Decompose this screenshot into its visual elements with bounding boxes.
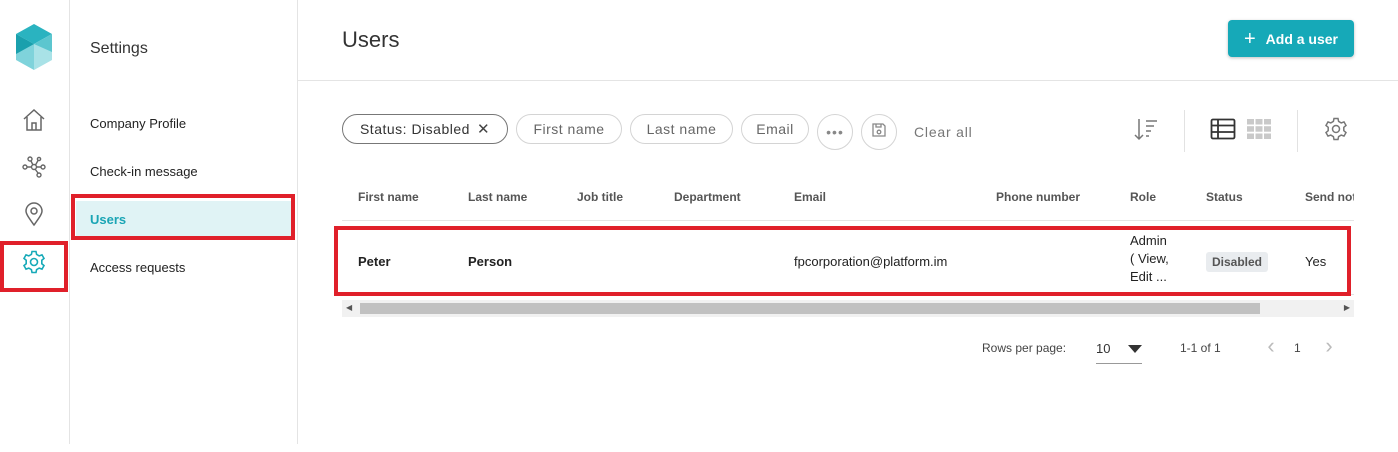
previous-page-button[interactable]: ‹ <box>1262 335 1280 357</box>
rows-per-page-select[interactable]: 10 <box>1096 334 1142 364</box>
location-pin-icon <box>21 201 47 232</box>
sort-button[interactable] <box>1130 116 1160 146</box>
page-title: Users <box>342 27 400 52</box>
column-header-send-notifications[interactable]: Send not <box>1305 190 1354 204</box>
users-table: First name Last name Job title Departmen… <box>342 176 1354 320</box>
table-view-icon <box>1210 118 1236 145</box>
save-icon <box>871 122 887 143</box>
status-filter-key: Status: <box>359 121 408 137</box>
location-nav-button[interactable] <box>0 193 68 239</box>
table-settings-button[interactable] <box>1321 116 1351 146</box>
cell-role: Admin ( View, Edit ... <box>1130 232 1190 286</box>
status-badge: Disabled <box>1206 252 1269 272</box>
column-header-last-name[interactable]: Last name <box>468 190 527 204</box>
close-icon[interactable]: ✕ <box>477 120 490 138</box>
status-filter-value: Disabled <box>411 121 470 137</box>
pagination-range: 1-1 of 1 <box>1180 341 1221 355</box>
settings-nav-button[interactable] <box>0 241 68 287</box>
column-header-job-title[interactable]: Job title <box>577 190 623 204</box>
add-user-button[interactable]: + Add a user <box>1228 20 1354 57</box>
cell-first-name: Peter <box>358 254 391 269</box>
more-filters-button[interactable]: ••• <box>817 114 853 150</box>
email-filter-chip[interactable]: Email <box>741 114 809 144</box>
settings-item-check-in-message[interactable]: Check-in message <box>76 153 292 189</box>
role-line: Admin <box>1130 233 1167 248</box>
column-header-department[interactable]: Department <box>674 190 741 204</box>
main-content: Users + Add a user Status: Disabled ✕ Fi… <box>298 0 1398 452</box>
settings-item-users[interactable]: Users <box>76 201 292 237</box>
column-header-email[interactable]: Email <box>794 190 826 204</box>
settings-panel: Settings Company Profile Check-in messag… <box>70 0 298 444</box>
header-divider <box>342 220 1354 221</box>
column-header-role[interactable]: Role <box>1130 190 1156 204</box>
first-name-filter-chip[interactable]: First name <box>516 114 622 144</box>
home-icon <box>21 107 47 138</box>
last-name-filter-chip[interactable]: Last name <box>630 114 733 144</box>
chevron-left-icon: ‹ <box>1267 333 1275 358</box>
column-header-first-name[interactable]: First name <box>358 190 419 204</box>
network-nav-button[interactable] <box>0 146 68 192</box>
settings-item-access-requests[interactable]: Access requests <box>76 249 292 285</box>
current-page: 1 <box>1294 341 1301 355</box>
cell-send-notifications: Yes <box>1305 254 1327 269</box>
plus-icon: + <box>1243 27 1256 50</box>
cell-email: fpcorporation@platform.im <box>794 254 948 269</box>
scroll-left-icon[interactable]: ◀ <box>346 303 352 312</box>
horizontal-scrollbar[interactable]: ◀ ▶ <box>342 300 1354 317</box>
rows-per-page-value: 10 <box>1096 341 1111 356</box>
page-header: Users + Add a user <box>298 0 1398 81</box>
network-icon <box>21 154 47 185</box>
column-header-status[interactable]: Status <box>1206 190 1243 204</box>
scroll-right-icon[interactable]: ▶ <box>1344 303 1350 312</box>
caret-down-icon <box>1128 341 1142 356</box>
sort-descending-icon <box>1131 115 1159 148</box>
column-header-phone-number[interactable]: Phone number <box>996 190 1080 204</box>
list-view-button[interactable] <box>1208 116 1238 146</box>
scrollbar-thumb[interactable] <box>360 303 1260 314</box>
clear-all-link[interactable]: Clear all <box>914 124 973 140</box>
app-logo[interactable] <box>16 24 52 70</box>
toolbar-divider <box>1184 110 1185 152</box>
row-divider <box>342 294 1354 295</box>
role-line: Edit ... <box>1130 269 1167 284</box>
gear-icon <box>21 249 47 280</box>
save-filter-button[interactable] <box>861 114 897 150</box>
cell-last-name: Person <box>468 254 513 269</box>
add-user-label: Add a user <box>1265 30 1339 47</box>
grid-view-icon <box>1246 118 1272 145</box>
settings-title: Settings <box>90 40 148 57</box>
status-filter-chip[interactable]: Status: Disabled ✕ <box>342 114 508 144</box>
more-horizontal-icon: ••• <box>826 124 844 140</box>
next-page-button[interactable]: › <box>1320 335 1338 357</box>
settings-item-company-profile[interactable]: Company Profile <box>76 105 292 141</box>
grid-view-button[interactable] <box>1244 116 1274 146</box>
toolbar-divider <box>1297 110 1298 152</box>
rows-per-page-label: Rows per page: <box>982 341 1067 355</box>
home-nav-button[interactable] <box>0 99 68 145</box>
icon-rail <box>0 0 70 444</box>
chevron-right-icon: › <box>1325 333 1333 358</box>
role-line: ( View, <box>1130 251 1169 266</box>
gear-icon <box>1323 116 1349 147</box>
